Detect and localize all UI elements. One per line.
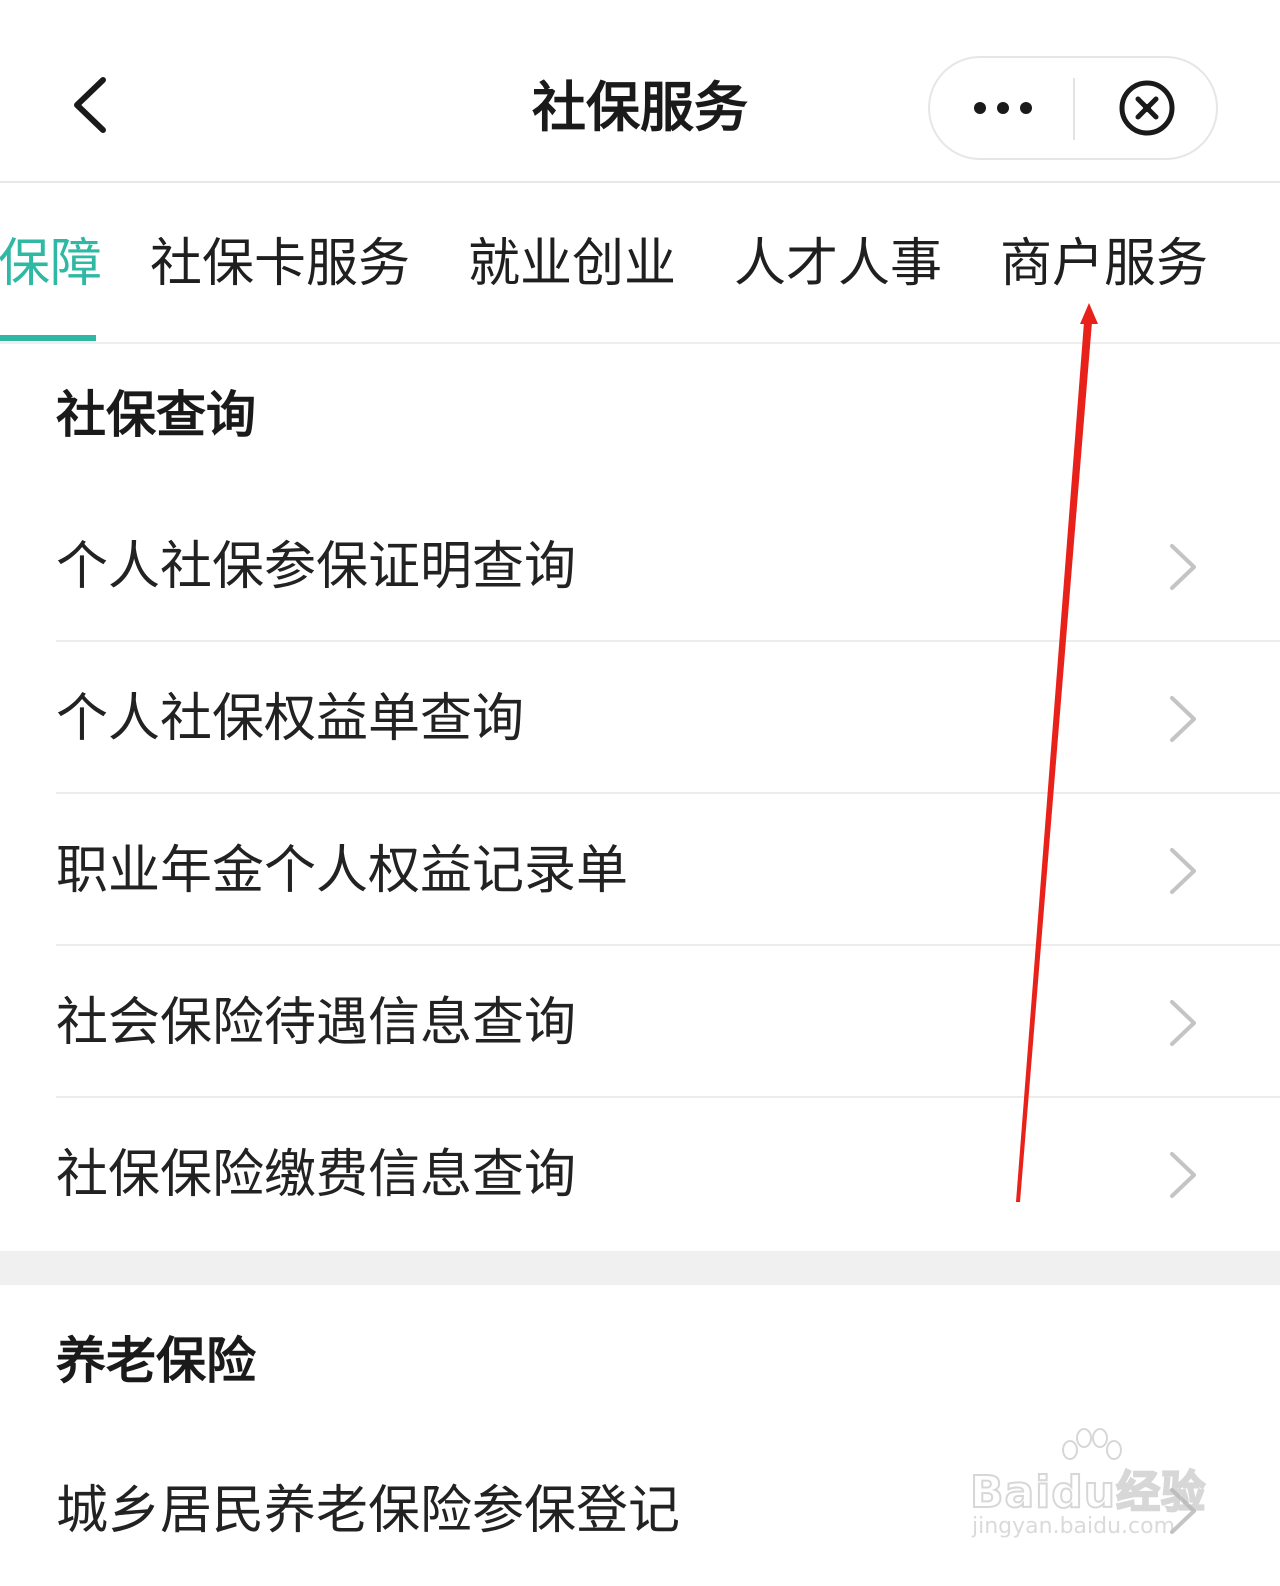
list-item[interactable]: 个人社保参保证明查询 [0,492,1280,642]
tabs-divider [0,342,1280,344]
list-divider [56,640,1280,642]
category-tabs: 保障 社保卡服务 就业创业 人才人事 商户服务 [0,183,1280,343]
mini-program-capsule [928,56,1218,160]
chevron-right-icon [1170,1152,1196,1198]
active-tab-indicator [0,335,96,341]
section-title-pension-insurance: 养老保险 [56,1332,256,1390]
back-button[interactable] [55,70,125,140]
list-divider [56,792,1280,794]
chevron-left-icon [74,77,106,133]
tab-merchant-services[interactable]: 商户服务 [1000,227,1208,301]
list-item[interactable]: 个人社保权益单查询 [0,644,1280,794]
close-circle-icon [1119,80,1174,136]
list-item[interactable]: 职业年金个人权益记录单 [0,796,1280,946]
section-title-social-security-query: 社保查询 [56,386,256,444]
list-item-label: 个人社保权益单查询 [56,689,525,749]
list-item-label: 社会保险待遇信息查询 [56,993,577,1053]
list-item[interactable]: 社会保险待遇信息查询 [0,948,1280,1098]
close-button[interactable] [1075,58,1218,158]
list-item[interactable]: 社保保险缴费信息查询 [0,1100,1280,1250]
list-item-label: 城乡居民养老保险参保登记 [56,1481,681,1541]
tab-social-security-card[interactable]: 社保卡服务 [150,227,410,301]
top-navigation-bar: 社保服务 [0,0,1280,183]
section-separator [0,1251,1280,1285]
list-item-label: 个人社保参保证明查询 [56,537,577,597]
chevron-right-icon [1170,544,1196,590]
chevron-right-icon [1170,1488,1196,1534]
list-item-label: 社保保险缴费信息查询 [56,1145,577,1205]
chevron-right-icon [1170,696,1196,742]
tab-security[interactable]: 保障 [0,227,102,301]
tab-talent-hr[interactable]: 人才人事 [734,227,942,301]
more-dots-icon [973,102,1032,114]
list-item-label: 职业年金个人权益记录单 [56,841,629,901]
chevron-right-icon [1170,1000,1196,1046]
list-divider [56,944,1280,946]
more-button[interactable] [930,58,1075,158]
chevron-right-icon [1170,848,1196,894]
list-item[interactable]: 城乡居民养老保险参保登记 [0,1436,1280,1586]
tab-employment[interactable]: 就业创业 [468,227,676,301]
list-divider [56,1096,1280,1098]
